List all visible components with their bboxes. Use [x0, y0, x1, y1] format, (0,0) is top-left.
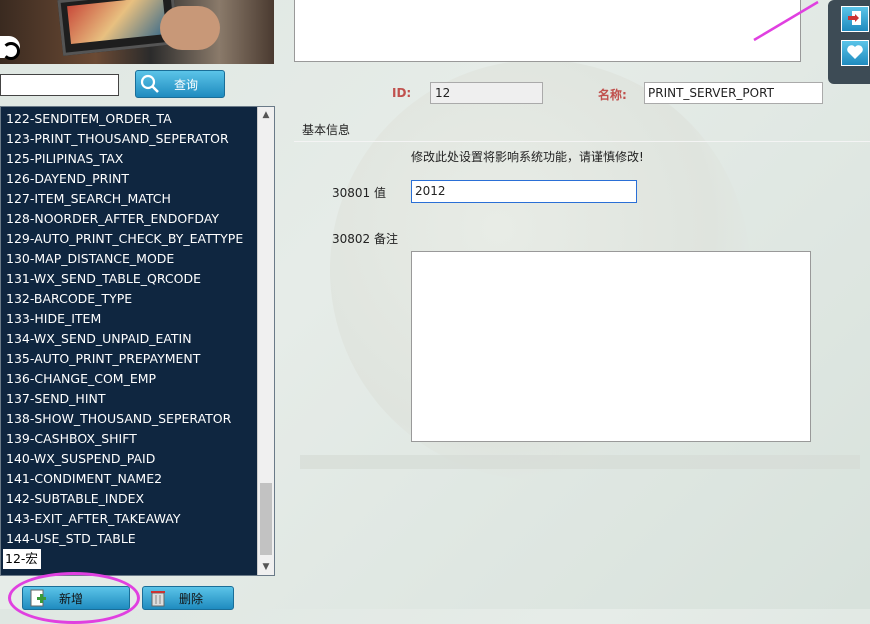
hand-image — [160, 6, 220, 50]
id-field: 12 — [430, 82, 543, 104]
search-input[interactable] — [0, 74, 119, 96]
parameter-list-items: 122-SENDITEM_ORDER_TA 123-PRINT_THOUSAND_… — [1, 107, 274, 569]
list-scrollbar[interactable]: ▲ ▼ — [257, 107, 274, 575]
value-label: 30801 值 — [332, 186, 386, 200]
list-item[interactable]: 133-HIDE_ITEM — [1, 309, 274, 329]
heart-icon — [846, 43, 864, 64]
id-label: ID: — [392, 86, 412, 100]
top-textarea[interactable] — [294, 0, 801, 62]
list-item[interactable]: 125-PILIPINAS_TAX — [1, 149, 274, 169]
search-button[interactable]: 查询 — [135, 70, 225, 98]
list-item[interactable]: 137-SEND_HINT — [1, 389, 274, 409]
list-item[interactable]: 123-PRINT_THOUSAND_SEPERATOR — [1, 129, 274, 149]
list-item[interactable]: 130-MAP_DISTANCE_MODE — [1, 249, 274, 269]
list-item[interactable]: 132-BARCODE_TYPE — [1, 289, 274, 309]
list-item-selected[interactable]: 12-宏 — [3, 549, 41, 569]
highlight-annotation — [8, 572, 140, 624]
exit-button[interactable] — [841, 6, 869, 32]
list-item[interactable]: 143-EXIT_AFTER_TAKEAWAY — [1, 509, 274, 529]
list-item[interactable]: 142-SUBTABLE_INDEX — [1, 489, 274, 509]
name-label: 名称: — [598, 88, 627, 102]
search-icon — [138, 72, 162, 96]
search-button-label: 查询 — [174, 77, 199, 92]
remark-textarea[interactable] — [411, 251, 811, 442]
warning-text: 修改此处设置将影响系统功能，请谨慎修改! — [411, 150, 644, 164]
list-item[interactable]: 139-CASHBOX_SHIFT — [1, 429, 274, 449]
section-divider — [294, 141, 870, 142]
remark-label: 30802 备注 — [332, 232, 398, 246]
arrow-annotation — [753, 0, 819, 42]
exit-door-icon — [846, 9, 864, 30]
scroll-thumb[interactable] — [260, 483, 272, 555]
parameter-list[interactable]: 122-SENDITEM_ORDER_TA 123-PRINT_THOUSAND_… — [0, 106, 275, 576]
list-item[interactable]: 128-NOORDER_AFTER_ENDOFDAY — [1, 209, 274, 229]
list-item[interactable]: 138-SHOW_THOUSAND_SEPERATOR — [1, 409, 274, 429]
scroll-down-icon[interactable]: ▼ — [258, 559, 274, 575]
name-field[interactable]: PRINT_SERVER_PORT — [644, 82, 823, 104]
list-item[interactable]: 136-CHANGE_COM_EMP — [1, 369, 274, 389]
list-item[interactable]: 127-ITEM_SEARCH_MATCH — [1, 189, 274, 209]
list-item[interactable]: 131-WX_SEND_TABLE_QRCODE — [1, 269, 274, 289]
list-item[interactable]: 140-WX_SUSPEND_PAID — [1, 449, 274, 469]
favorite-button[interactable] — [841, 40, 869, 66]
trash-icon — [147, 587, 169, 609]
scroll-up-icon[interactable]: ▲ — [258, 107, 274, 123]
delete-button-label: 删除 — [179, 591, 204, 606]
list-item[interactable]: 144-USE_STD_TABLE — [1, 529, 274, 549]
value-input[interactable]: 2012 — [411, 180, 637, 203]
section-title: 基本信息 — [302, 123, 351, 137]
brand-logo — [0, 36, 20, 60]
list-item[interactable]: 129-AUTO_PRINT_CHECK_BY_EATTYPE — [1, 229, 274, 249]
right-panel — [828, 0, 870, 84]
delete-button[interactable]: 删除 — [142, 586, 234, 610]
list-item[interactable]: 141-CONDIMENT_NAME2 — [1, 469, 274, 489]
background-band — [300, 455, 860, 469]
list-item[interactable]: 135-AUTO_PRINT_PREPAYMENT — [1, 349, 274, 369]
list-item[interactable]: 134-WX_SEND_UNPAID_EATIN — [1, 329, 274, 349]
list-item[interactable]: 122-SENDITEM_ORDER_TA — [1, 109, 274, 129]
list-item[interactable]: 126-DAYEND_PRINT — [1, 169, 274, 189]
header-photo — [0, 0, 274, 64]
